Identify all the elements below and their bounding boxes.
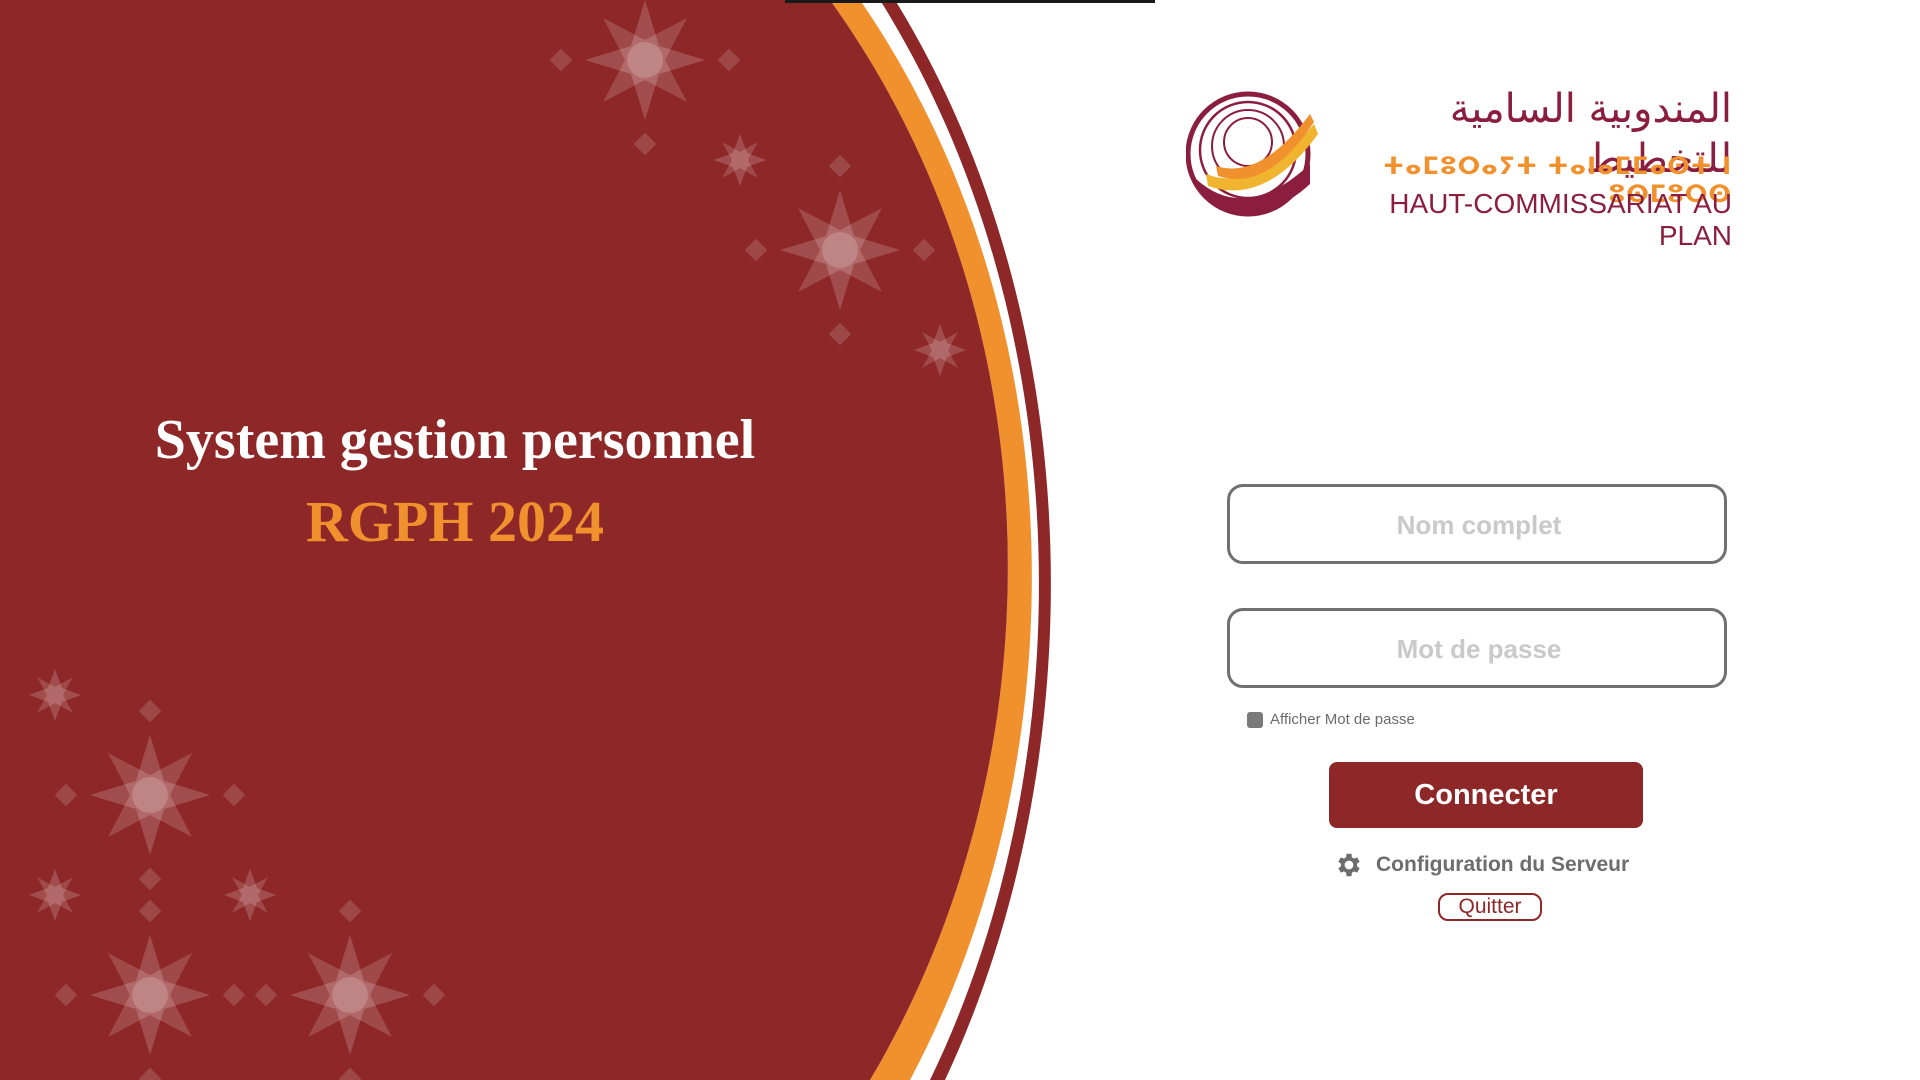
logo-french-text: HAUT-COMMISSARIAT AU PLAN (1389, 188, 1732, 251)
gear-icon (1338, 853, 1360, 877)
server-config-label: Configuration du Serveur (1376, 853, 1630, 876)
password-input[interactable] (1230, 611, 1728, 687)
show-password-label: Afficher Mot de passe (1270, 711, 1415, 728)
server-config-link[interactable]: Configuration du Serveur (1334, 850, 1629, 880)
password-field-frame (1227, 608, 1728, 688)
app-title: System gestion personnel (154, 409, 756, 471)
app-subtitle: RGPH 2024 (305, 489, 605, 554)
show-password-checkbox[interactable] (1247, 711, 1263, 728)
top-divider (785, 0, 1155, 3)
hcp-emblem-icon (1186, 91, 1318, 217)
quit-button[interactable]: Quitter (1438, 893, 1542, 921)
username-input[interactable] (1230, 487, 1728, 563)
hcp-logo: المندوبية السامية للتخطيط ⵜⴰⵎⵓⵔⴰⵢⵜ ⵜⴰⵏⴰⵎ… (1186, 84, 1732, 251)
show-password-toggle[interactable]: Afficher Mot de passe (1247, 711, 1415, 728)
connect-button[interactable]: Connecter (1329, 762, 1643, 828)
username-field-frame (1227, 484, 1728, 564)
